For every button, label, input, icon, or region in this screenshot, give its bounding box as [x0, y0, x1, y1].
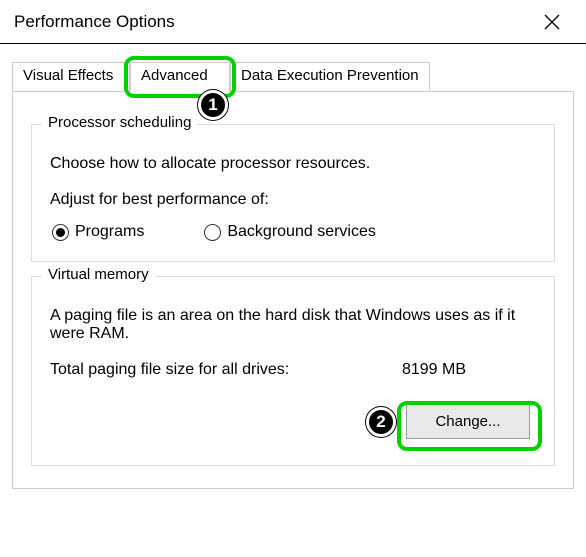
group-legend: Virtual memory	[42, 266, 155, 283]
tab-label: Data Execution Prevention	[241, 67, 419, 84]
button-label: Change...	[435, 413, 500, 430]
adjust-label: Adjust for best performance of:	[50, 191, 536, 209]
radio-label: Programs	[75, 223, 144, 241]
group-virtual-memory: Virtual memory A paging file is an area …	[31, 276, 555, 466]
radio-icon	[52, 224, 69, 241]
close-icon	[544, 14, 560, 30]
virtual-memory-description: A paging file is an area on the hard dis…	[50, 307, 536, 343]
tab-label: Visual Effects	[23, 67, 113, 84]
tab-strip: Visual Effects Advanced Data Execution P…	[12, 62, 574, 92]
tab-advanced[interactable]: Advanced	[130, 62, 230, 92]
radio-programs[interactable]: Programs	[52, 223, 144, 241]
radio-label: Background services	[227, 223, 376, 241]
group-legend: Processor scheduling	[42, 114, 197, 131]
processor-intro: Choose how to allocate processor resourc…	[50, 155, 536, 173]
total-paging-value: 8199 MB	[402, 361, 466, 379]
change-button[interactable]: Change...	[406, 403, 530, 439]
annotation-badge-1: 1	[198, 90, 228, 120]
radio-icon	[204, 224, 221, 241]
annotation-badge-2: 2	[366, 407, 396, 437]
title-bar: Performance Options	[0, 0, 586, 44]
tab-dep[interactable]: Data Execution Prevention	[230, 62, 430, 92]
window-title: Performance Options	[14, 12, 175, 32]
tab-visual-effects[interactable]: Visual Effects	[12, 62, 130, 92]
close-button[interactable]	[532, 2, 572, 42]
group-processor-scheduling: Processor scheduling Choose how to alloc…	[31, 124, 555, 262]
total-paging-label: Total paging file size for all drives:	[50, 361, 289, 379]
tab-panel-advanced: Processor scheduling Choose how to alloc…	[12, 92, 574, 489]
radio-background-services[interactable]: Background services	[204, 223, 376, 241]
tab-label: Advanced	[141, 67, 208, 84]
